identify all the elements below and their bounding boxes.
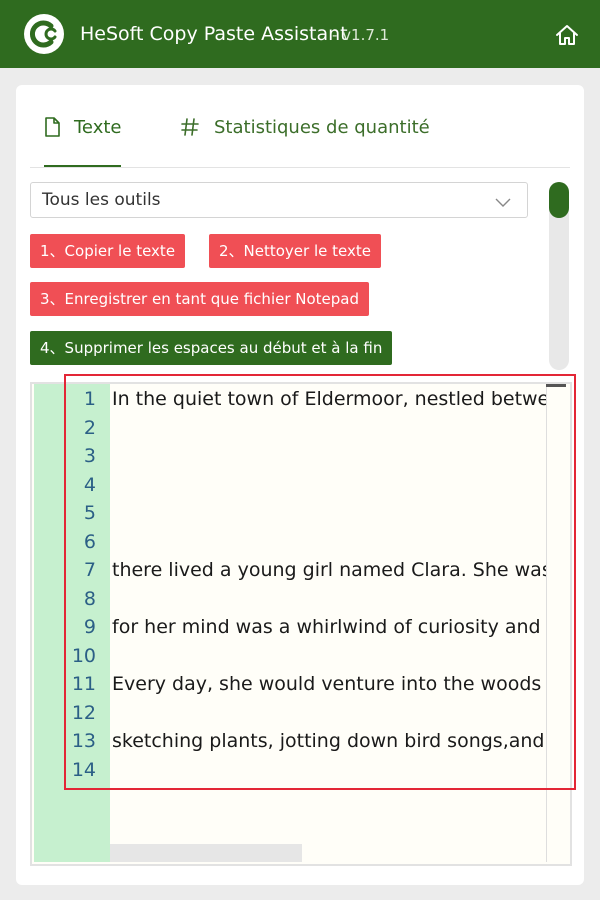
text-editor[interactable]: 1 2 3 4 5 6 7 8 9 10 11 12 13 14 In the quiet town of… (30, 382, 572, 866)
main-panel: Texte Statistiques de quantité Tous les … (16, 85, 584, 885)
controls-scrollbar[interactable] (549, 182, 569, 370)
copy-c-logo-icon (24, 14, 64, 54)
clean-text-button[interactable]: 2、Nettoyer le texte (209, 234, 381, 268)
editor-line: sketching plants, jotting down bird song… (112, 730, 545, 752)
editor-line: for her mind was a whirlwind of curiosit… (112, 616, 541, 638)
line-number: 7 (83, 559, 96, 581)
editor-line: In the quiet town of Eldermoor, nestled … (112, 388, 546, 410)
editor-line: Every day, she would venture into the wo… (112, 673, 542, 695)
title-bar: HeSoft Copy Paste Assistant - v1.7.1 (0, 0, 600, 68)
line-number: 9 (83, 616, 96, 638)
controls-scrollbar-thumb[interactable] (549, 182, 569, 218)
tab-texte[interactable]: Texte (44, 117, 122, 167)
app-version: - v1.7.1 (332, 26, 390, 44)
tab-texte-label: Texte (74, 117, 122, 138)
chevron-down-icon (495, 193, 511, 212)
line-number: 13 (71, 730, 96, 752)
editor-divider (546, 384, 547, 862)
line-number: 4 (83, 473, 96, 496)
app-title: HeSoft Copy Paste Assistant (80, 23, 348, 45)
overview-ruler-marker (546, 384, 566, 387)
tab-statistiques-label: Statistiques de quantité (214, 117, 430, 138)
hash-icon (180, 117, 200, 142)
tab-statistiques[interactable]: Statistiques de quantité (180, 117, 430, 165)
line-number: 3 (83, 445, 96, 467)
tool-select-value: Tous les outils (42, 190, 161, 210)
line-number: 6 (83, 530, 96, 553)
line-number: 14 (71, 758, 96, 781)
save-notepad-button[interactable]: 3、Enregistrer en tant que fichier Notepa… (30, 282, 370, 316)
document-icon (44, 117, 60, 142)
line-number: 11 (71, 673, 96, 695)
line-number: 2 (83, 416, 96, 439)
line-number: 10 (71, 644, 96, 667)
line-number: 5 (83, 502, 96, 524)
home-icon[interactable] (554, 22, 580, 48)
editor-horizontal-scrollbar[interactable] (110, 844, 302, 862)
line-number-gutter: 1 2 3 4 5 6 7 8 9 10 11 12 13 14 (34, 384, 110, 862)
trim-spaces-button[interactable]: 4、Supprimer les espaces au début et à la… (30, 331, 393, 365)
copy-text-button[interactable]: 1、Copier le texte (30, 234, 186, 268)
line-number: 8 (83, 587, 96, 610)
editor-content[interactable]: In the quiet town of Eldermoor, nestled … (110, 384, 546, 862)
line-number: 1 (83, 388, 96, 410)
editor-line: there lived a young girl named Clara. Sh… (112, 559, 546, 581)
tool-select[interactable]: Tous les outils (30, 182, 528, 218)
line-number: 12 (71, 701, 96, 724)
tab-bar: Texte Statistiques de quantité (30, 85, 570, 168)
